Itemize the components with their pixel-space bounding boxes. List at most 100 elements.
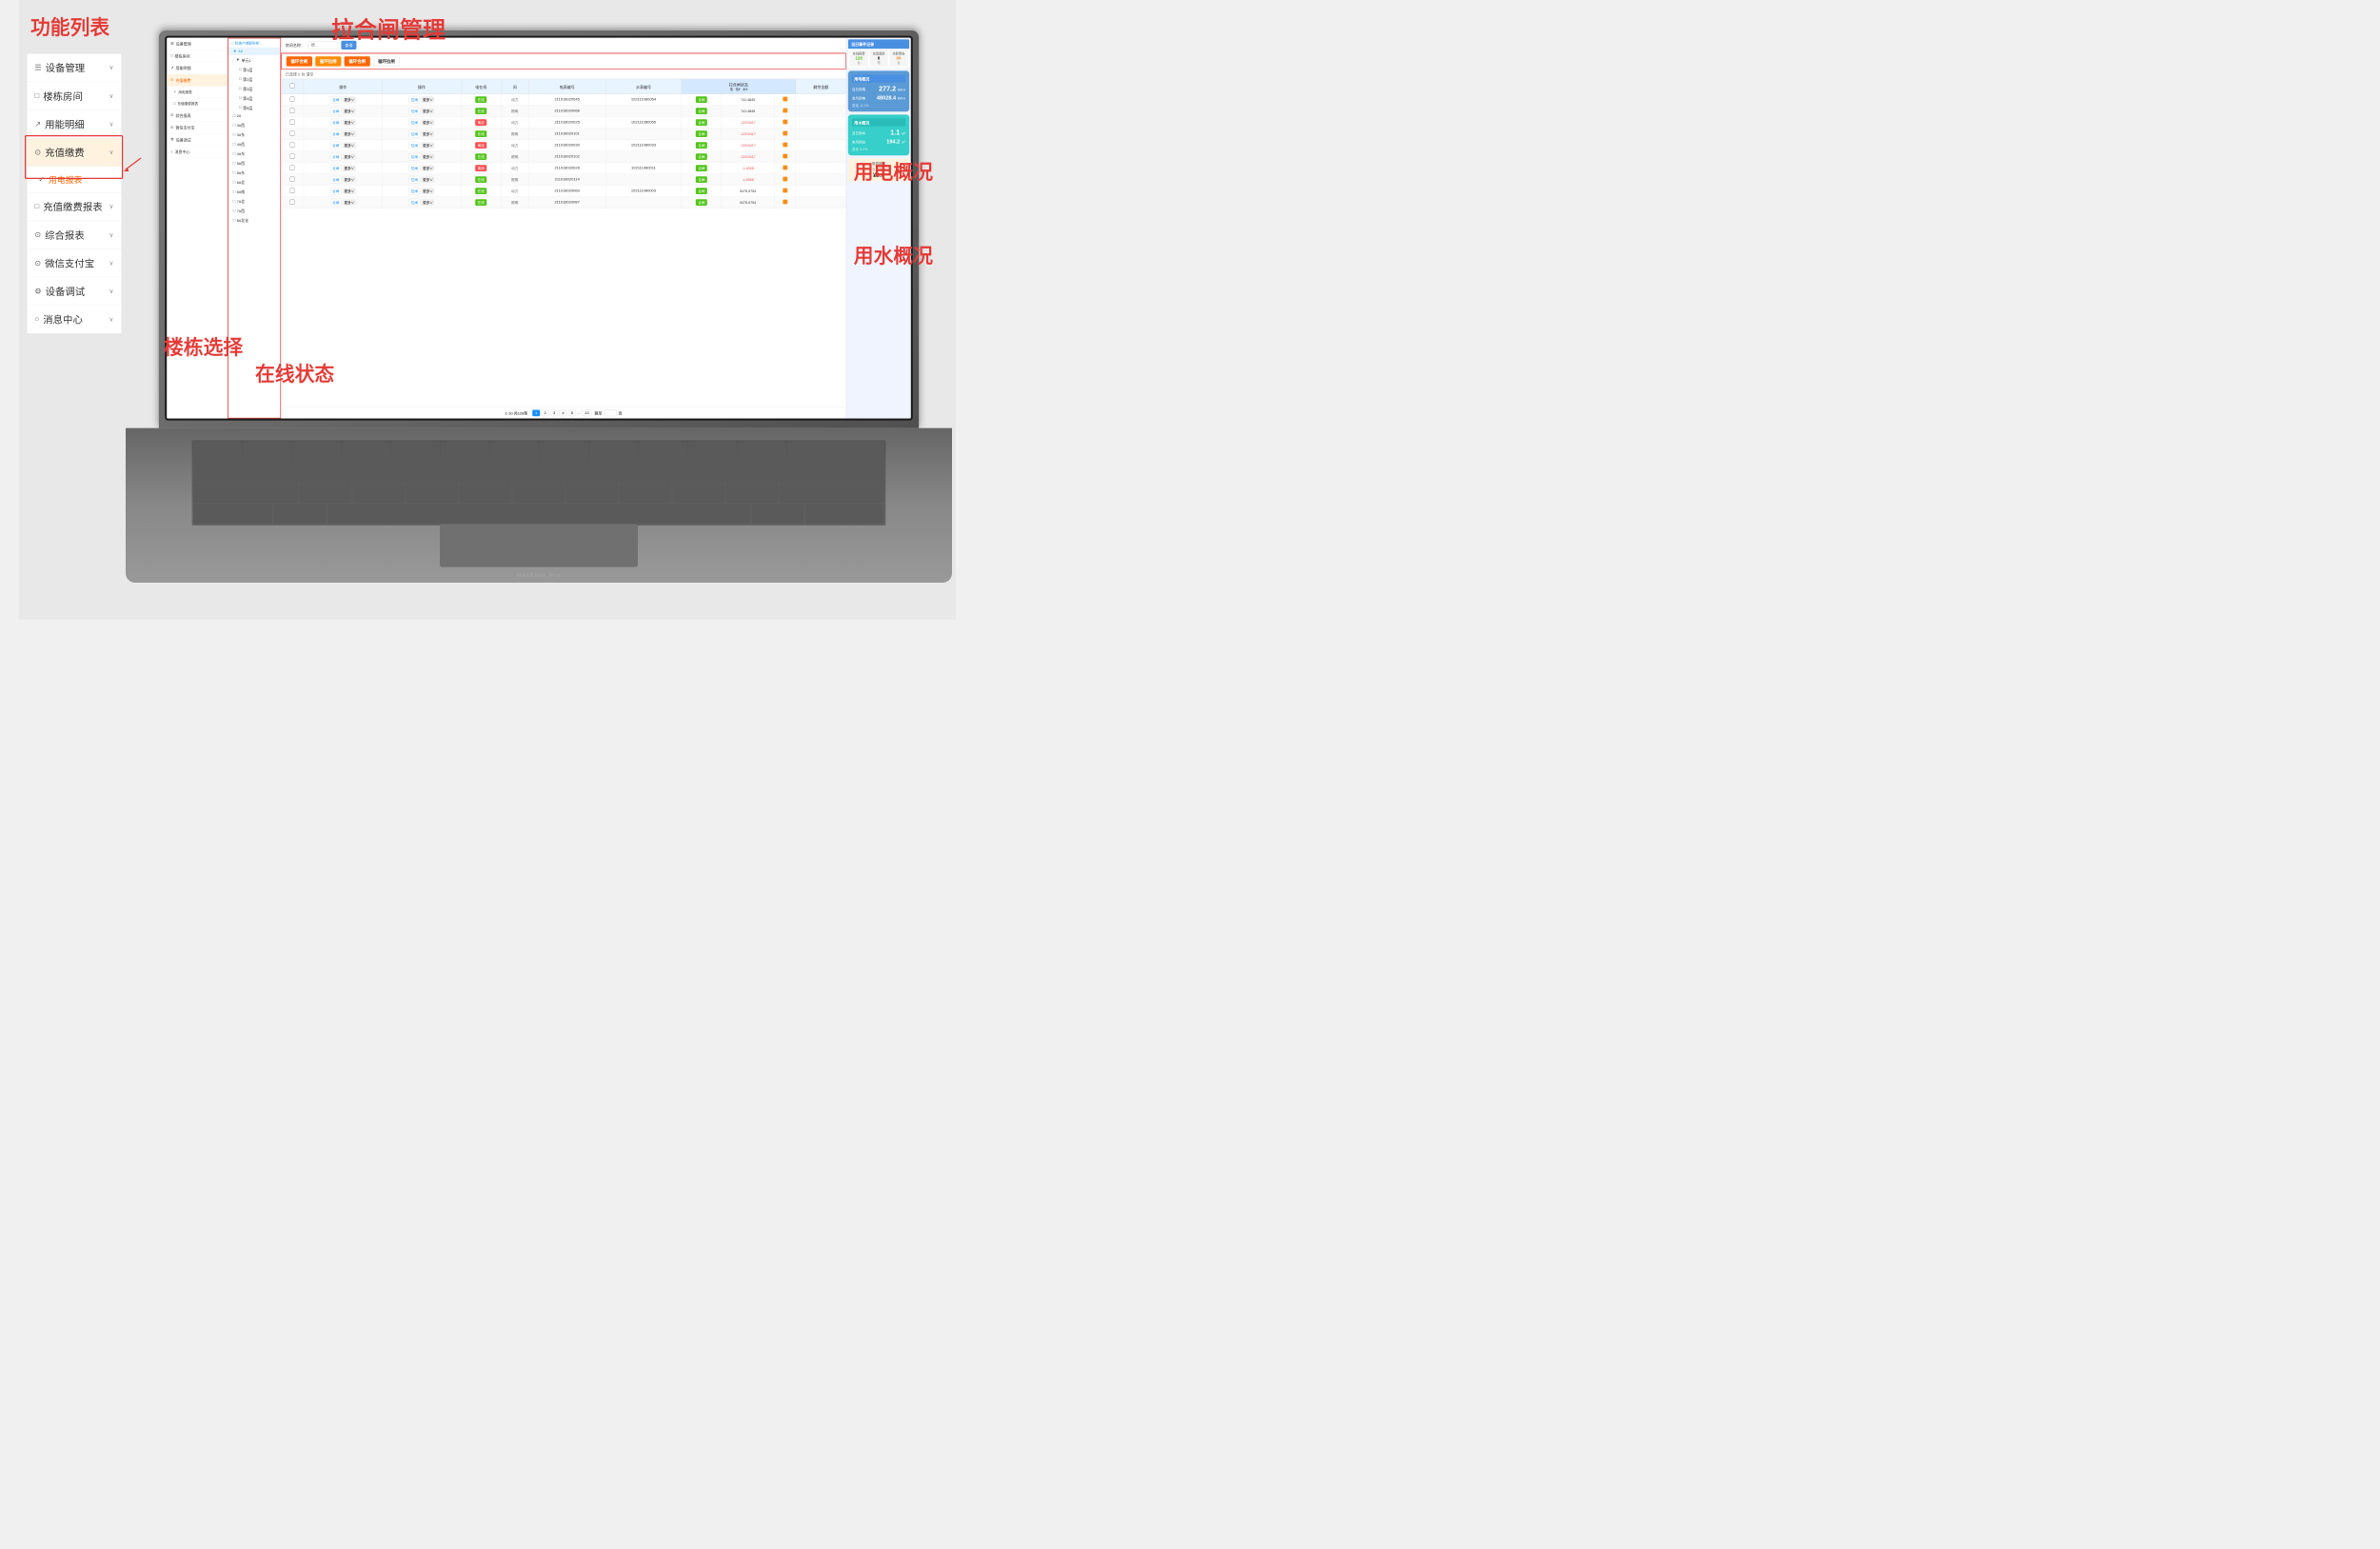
- more-btn-5a[interactable]: 更多∨: [343, 142, 356, 149]
- key[interactable]: [672, 484, 724, 504]
- tree-floor3[interactable]: □ 第3层: [228, 84, 280, 93]
- row-checkbox-1[interactable]: [290, 96, 295, 101]
- key[interactable]: [565, 484, 618, 504]
- key[interactable]: [406, 484, 458, 504]
- row-checkbox-2[interactable]: [290, 108, 295, 112]
- inner-message-item[interactable]: ○ 消息中心: [167, 146, 228, 158]
- row-checkbox-6[interactable]: [290, 153, 295, 158]
- inner-wechat-item[interactable]: ⊙ 微信支付宝: [167, 122, 228, 134]
- tree-8n[interactable]: □ 8#北化: [228, 215, 280, 225]
- tree-floor4[interactable]: □ 第4层: [228, 93, 280, 103]
- valve-open-10[interactable]: 合闸: [330, 199, 342, 207]
- inner-building-item[interactable]: □ 楼栋房间: [167, 50, 228, 62]
- key[interactable]: [613, 463, 662, 483]
- row-checkbox-5[interactable]: [290, 142, 295, 147]
- tree-7s[interactable]: □ 7#西: [228, 206, 280, 215]
- spacebar-key[interactable]: [327, 504, 751, 524]
- valve-close-10[interactable]: 拉闸: [408, 199, 420, 207]
- valve-open-4[interactable]: 合闸: [330, 130, 342, 138]
- key[interactable]: [811, 463, 884, 483]
- key[interactable]: [663, 463, 711, 483]
- valve-open-3[interactable]: 合闸: [330, 119, 342, 127]
- key[interactable]: [564, 463, 612, 483]
- more-btn-8a[interactable]: 更多∨: [343, 176, 356, 183]
- tree-floor1[interactable]: □ 第1层: [228, 65, 280, 74]
- valve-open-7[interactable]: 合闸: [330, 165, 342, 172]
- more-btn-4a[interactable]: 更多∨: [343, 130, 356, 137]
- open-valve-btn-2[interactable]: 循环合闸: [345, 56, 370, 66]
- inner-electricity-report-item[interactable]: ✓ 用电报表: [167, 87, 228, 98]
- more-btn-8b[interactable]: 更多∨: [422, 176, 435, 183]
- more-btn-3a[interactable]: 更多∨: [343, 119, 356, 126]
- more-btn-5b[interactable]: 更多∨: [422, 142, 435, 149]
- tree-5w[interactable]: □ 5#西: [228, 158, 280, 168]
- valve-close-3[interactable]: 拉闸: [408, 119, 420, 127]
- more-btn-9b[interactable]: 更多∨: [422, 188, 435, 194]
- tree-4n[interactable]: □ 4#西: [228, 139, 280, 149]
- key[interactable]: [762, 463, 810, 483]
- key[interactable]: [391, 442, 440, 462]
- tree-floor5[interactable]: □ 第5层: [228, 103, 280, 112]
- inner-comprehensive-item[interactable]: ⊙ 综合报表: [167, 109, 228, 122]
- more-btn-1a[interactable]: 更多∨: [343, 96, 356, 103]
- key[interactable]: [342, 442, 390, 462]
- key[interactable]: [540, 442, 588, 462]
- more-btn-1b[interactable]: 更多∨: [422, 96, 435, 103]
- sidebar-item-device-test[interactable]: ⚙ 设备调试 ∨: [27, 277, 121, 306]
- tree-7n[interactable]: □ 7#北: [228, 196, 280, 206]
- key[interactable]: [787, 442, 884, 462]
- tree-3e[interactable]: □ 3#东: [228, 129, 280, 139]
- page-btn-2[interactable]: 2: [542, 409, 549, 416]
- row-checkbox-4[interactable]: [290, 130, 295, 135]
- inner-usage-item[interactable]: ↗ 用能明细: [167, 62, 228, 74]
- valve-open-5[interactable]: 合闸: [330, 142, 342, 149]
- key[interactable]: [193, 484, 298, 504]
- key[interactable]: [273, 504, 327, 524]
- tree-2f[interactable]: □ 2#: [228, 112, 280, 120]
- tree-unit1[interactable]: ▼ 单元1: [228, 55, 280, 65]
- key[interactable]: [751, 504, 804, 524]
- key[interactable]: [193, 442, 242, 462]
- more-btn-2b[interactable]: 更多∨: [422, 108, 435, 114]
- key[interactable]: [367, 463, 415, 483]
- more-btn-7b[interactable]: 更多∨: [422, 165, 435, 171]
- inner-device-item[interactable]: ☰ 设备管理: [167, 38, 228, 50]
- inner-recharge-item[interactable]: ⊙ 充值缴费: [167, 74, 228, 87]
- tree-3w[interactable]: □ 3#西: [228, 120, 280, 129]
- inner-recharge-report-item[interactable]: □ 充值缴费报表: [167, 98, 228, 109]
- valve-close-7[interactable]: 拉闸: [408, 165, 420, 172]
- sidebar-item-comprehensive[interactable]: ⊙ 综合报表 ∨: [27, 221, 121, 249]
- open-valve-btn-1[interactable]: 循环合闸: [287, 56, 312, 66]
- key[interactable]: [512, 484, 565, 504]
- more-btn-4b[interactable]: 更多∨: [422, 130, 435, 137]
- key[interactable]: [688, 442, 737, 462]
- sidebar-item-message[interactable]: ○ 消息中心 ∨: [27, 306, 121, 334]
- key[interactable]: [299, 484, 351, 504]
- more-btn-7a[interactable]: 更多∨: [343, 165, 356, 171]
- key[interactable]: [193, 463, 267, 483]
- sidebar-item-recharge-report[interactable]: □ 充值缴费报表 ∨: [27, 192, 121, 221]
- key[interactable]: [639, 442, 687, 462]
- select-all-checkbox[interactable]: [290, 84, 295, 89]
- key[interactable]: [712, 463, 761, 483]
- tree-6s[interactable]: □ 6#南: [228, 187, 280, 196]
- valve-close-1[interactable]: 拉闸: [408, 96, 420, 104]
- valve-close-6[interactable]: 拉闸: [408, 153, 420, 161]
- key[interactable]: [352, 484, 405, 504]
- sidebar-item-report[interactable]: ✓ 用电报表: [27, 167, 121, 193]
- key[interactable]: [317, 463, 366, 483]
- page-btn-3[interactable]: 3: [550, 409, 558, 416]
- goto-input[interactable]: [605, 409, 617, 416]
- tree-floor2[interactable]: □ 第2层: [228, 74, 280, 84]
- valve-close-5[interactable]: 拉闸: [408, 142, 420, 149]
- close-valve-btn-1[interactable]: 循环拉闸: [315, 56, 341, 66]
- sidebar-item-usage[interactable]: ↗ 用能明细 ∨: [27, 110, 121, 139]
- page-btn-5[interactable]: 5: [568, 409, 576, 416]
- valve-open-2[interactable]: 合闸: [330, 108, 342, 115]
- more-btn-9a[interactable]: 更多∨: [343, 188, 356, 194]
- more-btn-10a[interactable]: 更多∨: [343, 199, 356, 206]
- key[interactable]: [619, 484, 671, 504]
- valve-open-1[interactable]: 合闸: [330, 96, 342, 104]
- key[interactable]: [193, 504, 272, 524]
- more-btn-3b[interactable]: 更多∨: [422, 119, 435, 126]
